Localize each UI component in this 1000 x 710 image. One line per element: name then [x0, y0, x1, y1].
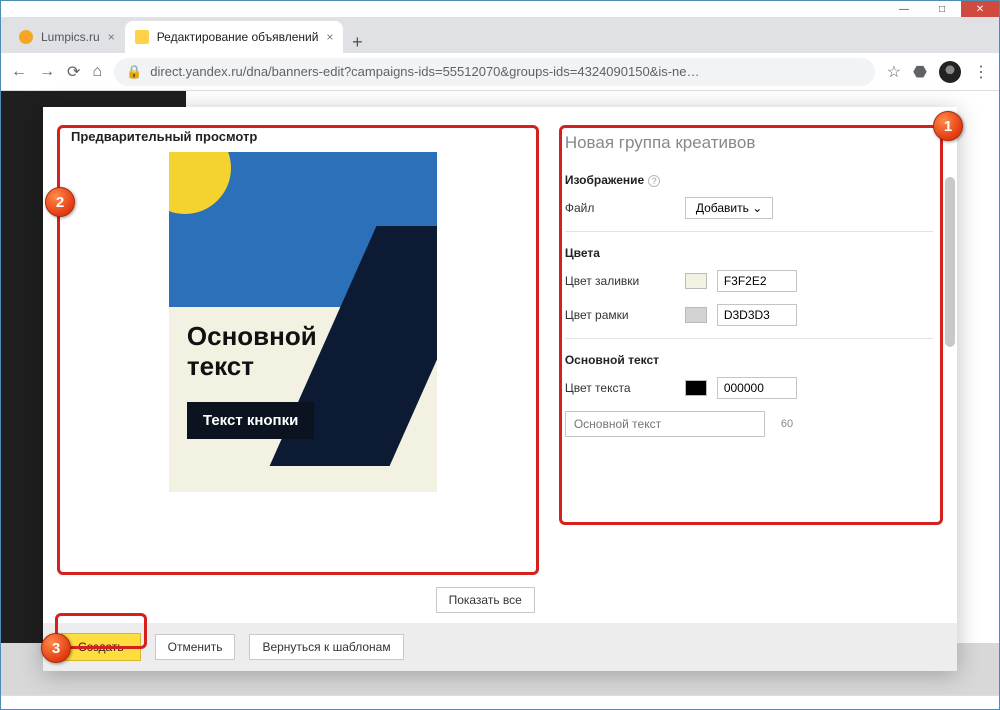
- favicon-icon: [19, 30, 33, 44]
- text-color-input[interactable]: [717, 377, 797, 399]
- favicon-icon: [135, 30, 149, 44]
- url-text: direct.yandex.ru/dna/banners-edit?campai…: [150, 64, 699, 79]
- profile-avatar[interactable]: [939, 61, 961, 83]
- main-text-input[interactable]: [565, 411, 765, 437]
- modal-footer: Создать Отменить Вернуться к шаблонам: [43, 623, 957, 671]
- window-titlebar: — □ ✕: [1, 1, 999, 17]
- preview-title: Предварительный просмотр: [71, 129, 535, 144]
- cancel-button[interactable]: Отменить: [155, 634, 236, 660]
- banner-main-text: Основной текст: [187, 322, 347, 382]
- tab-strip: Lumpics.ru × Редактирование объявлений ×…: [1, 17, 999, 53]
- border-color-row: Цвет рамки: [565, 304, 933, 326]
- help-icon[interactable]: ?: [648, 175, 660, 187]
- tab-title: Редактирование объявлений: [157, 30, 319, 44]
- window-maximize[interactable]: □: [923, 1, 961, 17]
- section-main-text: Основной текст: [565, 353, 933, 367]
- main-text-input-row: 60: [565, 411, 933, 437]
- menu-icon[interactable]: ⋮: [973, 62, 989, 82]
- text-color-row: Цвет текста: [565, 377, 933, 399]
- marker-1: 1: [933, 111, 963, 141]
- back-to-templates-button[interactable]: Вернуться к шаблонам: [249, 634, 403, 660]
- window-close[interactable]: ✕: [961, 1, 999, 17]
- fill-swatch[interactable]: [685, 273, 707, 289]
- tab-title: Lumpics.ru: [41, 30, 100, 44]
- separator: [565, 231, 933, 232]
- new-tab-button[interactable]: +: [343, 32, 371, 53]
- create-button[interactable]: Создать: [61, 633, 141, 661]
- fill-color-row: Цвет заливки: [565, 270, 933, 292]
- address-bar: ← → ⟳ ⌂ 🔒 direct.yandex.ru/dna/banners-e…: [1, 53, 999, 91]
- close-icon[interactable]: ×: [108, 30, 115, 44]
- file-label: Файл: [565, 201, 675, 215]
- add-file-button[interactable]: Добавить ⌄: [685, 197, 773, 219]
- section-colors: Цвета: [565, 246, 933, 260]
- extension-icon[interactable]: ⬣: [913, 62, 927, 82]
- bookmark-star-icon[interactable]: ☆: [887, 62, 901, 82]
- close-icon[interactable]: ×: [326, 30, 333, 44]
- fill-color-input[interactable]: [717, 270, 797, 292]
- browser-footer: [1, 695, 999, 709]
- fill-label: Цвет заливки: [565, 274, 675, 288]
- file-row: Файл Добавить ⌄: [565, 197, 933, 219]
- border-label: Цвет рамки: [565, 308, 675, 322]
- home-icon[interactable]: ⌂: [92, 63, 102, 81]
- reload-icon[interactable]: ⟳: [67, 62, 80, 82]
- window-minimize[interactable]: —: [885, 1, 923, 17]
- back-icon[interactable]: ←: [11, 63, 27, 81]
- modal-body: Предварительный просмотр Основной текст …: [43, 107, 957, 623]
- settings-pane: Новая группа креативов Изображение? Файл…: [555, 107, 957, 623]
- border-swatch[interactable]: [685, 307, 707, 323]
- creative-modal: × Предварительный просмотр Основной текс…: [43, 107, 957, 671]
- browser-window: — □ ✕ Lumpics.ru × Редактирование объявл…: [0, 0, 1000, 710]
- forward-icon[interactable]: →: [39, 63, 55, 81]
- panel-title: Новая группа креативов: [565, 133, 933, 153]
- tab-lumpics[interactable]: Lumpics.ru ×: [9, 21, 125, 53]
- tab-edit-ads[interactable]: Редактирование объявлений ×: [125, 21, 344, 53]
- textcolor-swatch[interactable]: [685, 380, 707, 396]
- banner-preview: Основной текст Текст кнопки: [169, 152, 437, 492]
- section-image: Изображение?: [565, 173, 933, 187]
- textcolor-label: Цвет текста: [565, 381, 675, 395]
- char-limit: 60: [781, 418, 793, 430]
- show-all-button[interactable]: Показать все: [436, 587, 535, 613]
- url-box[interactable]: 🔒 direct.yandex.ru/dna/banners-edit?camp…: [114, 58, 875, 86]
- preview-pane: Предварительный просмотр Основной текст …: [43, 107, 555, 623]
- marker-3: 3: [41, 633, 71, 663]
- scrollbar[interactable]: [945, 177, 955, 347]
- separator: [565, 338, 933, 339]
- banner-button: Текст кнопки: [187, 402, 314, 439]
- border-color-input[interactable]: [717, 304, 797, 326]
- marker-2: 2: [45, 187, 75, 217]
- lock-icon: 🔒: [126, 64, 142, 80]
